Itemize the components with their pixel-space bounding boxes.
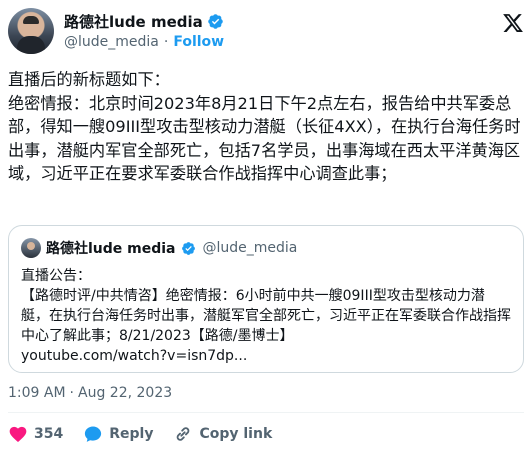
quoted-tweet-text: 直播公告： 【路德时评/中共情咨】绝密情报：6小时前中共一艘09III型攻击型核… bbox=[21, 268, 511, 364]
x-logo-icon[interactable] bbox=[502, 12, 524, 34]
follow-button[interactable]: Follow bbox=[173, 34, 224, 50]
author-handle-line: @lude_media · Follow bbox=[64, 34, 224, 50]
reply-button[interactable]: Reply bbox=[83, 424, 153, 444]
like-button[interactable]: 354 bbox=[8, 424, 63, 444]
quoted-author-handle: @lude_media bbox=[202, 240, 298, 256]
action-bar: 354 Reply Copy link bbox=[8, 424, 272, 444]
copy-link-label: Copy link bbox=[199, 426, 273, 442]
quoted-author-avatar bbox=[21, 238, 41, 258]
timestamp-separator: · bbox=[69, 385, 74, 401]
quoted-tweet-header: 路德社lude media @lude_media bbox=[21, 238, 297, 258]
quoted-author-display-name: 路德社lude media bbox=[46, 241, 176, 257]
tweet-text: 直播后的新标题如下： 绝密情报：北京时间2023年8月21日下午2点左右，报告给… bbox=[8, 70, 521, 183]
verified-badge-icon bbox=[181, 241, 195, 255]
link-icon bbox=[177, 427, 190, 441]
author-display-name[interactable]: 路德社lude media bbox=[64, 11, 203, 32]
handle-separator: · bbox=[163, 34, 169, 50]
reply-bubble-icon bbox=[85, 426, 102, 442]
author-handle[interactable]: @lude_media bbox=[64, 34, 159, 50]
tweet-timestamp[interactable]: 1:09 AM · Aug 22, 2023 bbox=[8, 385, 172, 401]
tweet-date[interactable]: Aug 22, 2023 bbox=[78, 385, 172, 401]
verified-badge-icon bbox=[208, 14, 223, 29]
like-count: 354 bbox=[34, 426, 64, 442]
quoted-tweet[interactable]: 路德社lude media @lude_media 直播公告： 【路德时评/中共… bbox=[8, 225, 524, 373]
heart-icon bbox=[9, 426, 27, 443]
tweet-time[interactable]: 1:09 AM bbox=[8, 385, 66, 401]
tweet-header: 路德社lude media @lude_media · Follow bbox=[8, 8, 524, 58]
divider bbox=[8, 412, 524, 413]
copy-link-button[interactable]: Copy link bbox=[173, 424, 272, 444]
author-avatar[interactable] bbox=[8, 8, 54, 54]
author-name-line: 路德社lude media bbox=[64, 11, 224, 32]
reply-label: Reply bbox=[109, 426, 154, 442]
